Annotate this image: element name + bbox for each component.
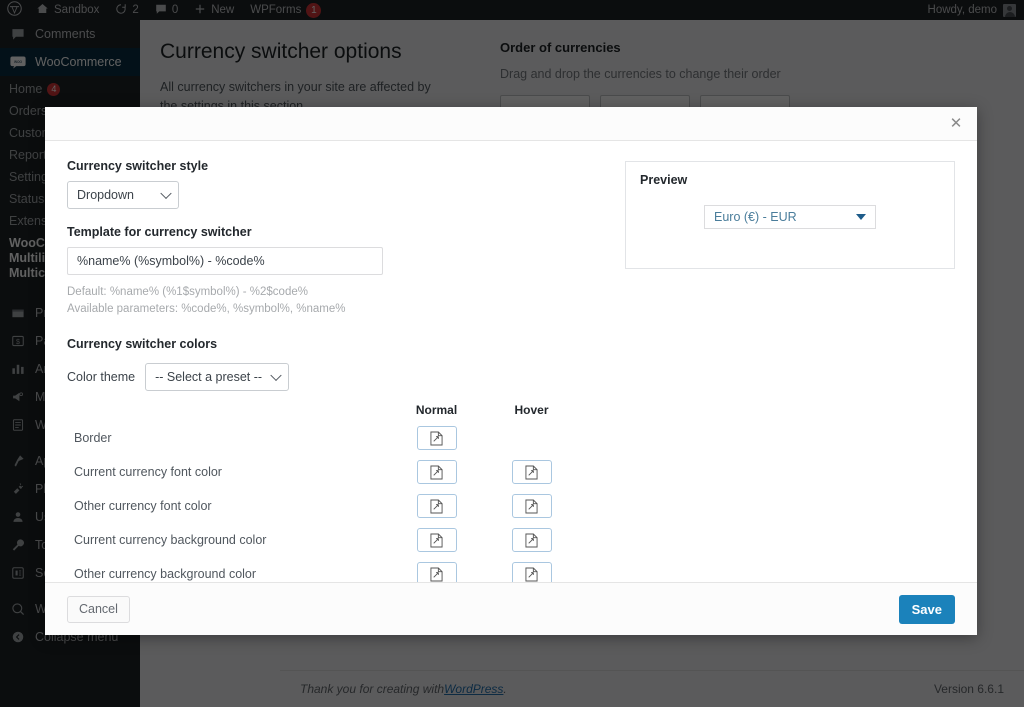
modal-left-column: Currency switcher style Dropdown Templat… <box>67 159 607 582</box>
colors-section-title: Currency switcher colors <box>67 337 218 352</box>
broken-image-icon <box>430 431 443 446</box>
color-row-label: Other currency background color <box>74 567 257 582</box>
color-row-label: Current currency font color <box>74 465 222 480</box>
modal-header: ✕ <box>45 107 977 141</box>
preview-currency-value: Euro (€) - EUR <box>714 210 797 224</box>
modal-right-column: Preview Euro (€) - EUR <box>625 159 955 582</box>
color-picker-button-current-bg-normal[interactable] <box>416 528 457 553</box>
color-row-label: Border <box>74 431 112 446</box>
color-row-label: Current currency background color <box>74 533 267 548</box>
color-row-other-bg: Other currency background color <box>67 557 607 582</box>
column-header-normal: Normal <box>415 403 458 418</box>
color-picker-button-current-bg-hover[interactable] <box>511 528 552 553</box>
broken-image-icon <box>430 499 443 514</box>
color-cell-normal <box>389 426 484 451</box>
color-cell-hover <box>484 562 579 582</box>
color-picker-button-other-bg-normal[interactable] <box>416 562 457 582</box>
chevron-down-icon <box>160 187 172 200</box>
preview-currency-switcher[interactable]: Euro (€) - EUR <box>704 205 876 229</box>
modal-footer: Cancel Save <box>45 582 977 635</box>
save-button[interactable]: Save <box>898 594 955 624</box>
broken-image-icon <box>430 465 443 480</box>
currency-switcher-modal: ✕ Currency switcher style Dropdown Templ… <box>45 107 977 635</box>
color-picker-button-other-bg-hover[interactable] <box>511 562 552 582</box>
broken-image-icon <box>525 465 538 480</box>
color-cell-normal <box>389 460 484 485</box>
modal-body: Currency switcher style Dropdown Templat… <box>45 141 977 582</box>
template-hint-default: Default: %name% (%1$symbol%) - %2$code% <box>67 286 308 298</box>
chevron-down-icon <box>270 370 282 382</box>
template-input-value: %name% (%symbol%) - %code% <box>77 254 265 268</box>
color-row-border: Border <box>67 421 607 455</box>
color-theme-row: Color theme -- Select a preset -- <box>67 363 607 392</box>
color-cell-hover <box>484 494 579 519</box>
color-theme-value: -- Select a preset -- <box>155 370 263 385</box>
color-picker-button-current-font-normal[interactable] <box>416 460 457 485</box>
preview-title: Preview <box>640 173 688 187</box>
color-picker-button-border-normal[interactable] <box>416 426 457 451</box>
color-cell-hover <box>484 460 579 485</box>
broken-image-icon <box>430 567 443 582</box>
color-picker-button-other-font-hover[interactable] <box>511 494 552 519</box>
switcher-style-value: Dropdown <box>77 188 134 202</box>
column-header-hover: Hover <box>514 403 549 418</box>
cancel-button[interactable]: Cancel <box>67 595 130 623</box>
template-label: Template for currency switcher <box>67 225 252 239</box>
broken-image-icon <box>430 533 443 548</box>
close-icon[interactable]: ✕ <box>945 113 967 135</box>
triangle-down-icon <box>856 214 866 220</box>
color-cell-normal <box>389 528 484 553</box>
color-cell-normal <box>389 494 484 519</box>
color-theme-label: Color theme <box>67 370 136 385</box>
color-row-other-font: Other currency font color <box>67 489 607 523</box>
color-cell-normal <box>389 562 484 582</box>
color-row-current-bg: Current currency background color <box>67 523 607 557</box>
color-picker-button-current-font-hover[interactable] <box>511 460 552 485</box>
switcher-style-select[interactable]: Dropdown <box>67 181 179 209</box>
color-picker-grid: Normal Hover Border Current currency fon… <box>67 399 607 582</box>
color-grid-header: Normal Hover <box>67 399 607 421</box>
template-input[interactable]: %name% (%symbol%) - %code% <box>67 247 383 275</box>
broken-image-icon <box>525 567 538 582</box>
preview-panel: Preview Euro (€) - EUR <box>625 161 955 269</box>
color-theme-select[interactable]: -- Select a preset -- <box>145 363 290 392</box>
color-row-label: Other currency font color <box>74 499 212 514</box>
template-hint-params: Available parameters: %code%, %symbol%, … <box>67 302 346 315</box>
color-cell-hover <box>484 528 579 553</box>
screen: Sandbox 2 0 New WPForms <box>0 0 1024 707</box>
switcher-style-label: Currency switcher style <box>67 159 209 173</box>
color-row-current-font: Current currency font color <box>67 455 607 489</box>
broken-image-icon <box>525 533 538 548</box>
broken-image-icon <box>525 499 538 514</box>
color-picker-button-other-font-normal[interactable] <box>416 494 457 519</box>
